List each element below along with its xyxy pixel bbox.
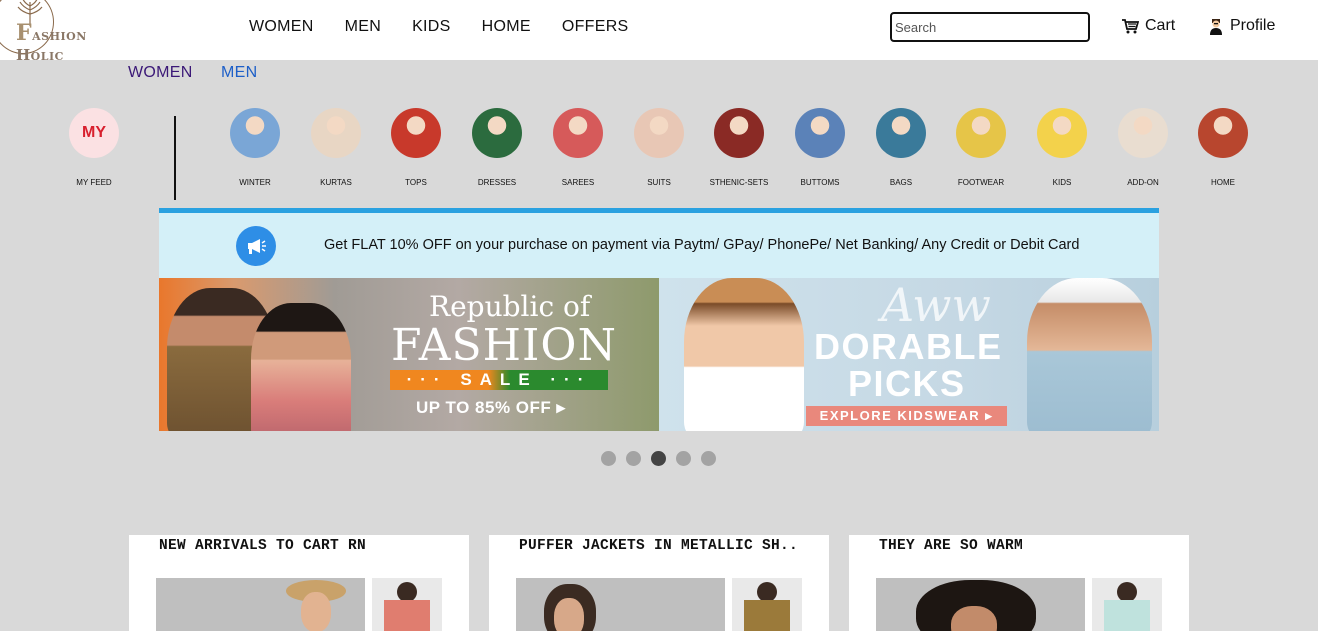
category-image[interactable] <box>795 108 845 158</box>
carousel-dot[interactable] <box>651 451 666 466</box>
cart-label: Cart <box>1145 17 1176 34</box>
offer-strip: Get FLAT 10% OFF on your purchase on pay… <box>159 208 1159 278</box>
category-label: STHENIC-SETS <box>709 178 769 187</box>
cart-button[interactable]: Cart <box>1121 17 1175 35</box>
card-main-image[interactable] <box>156 578 365 631</box>
category-image[interactable] <box>876 108 926 158</box>
logo-text: Fashion Holic <box>16 20 140 64</box>
banner-boy <box>1027 278 1152 431</box>
product-card-warm[interactable]: THEY ARE SO WARM <box>849 535 1189 631</box>
my-feed-label: MY FEED <box>76 178 112 187</box>
category-label: KIDS <box>1052 178 1072 187</box>
category-image[interactable] <box>391 108 441 158</box>
category-image[interactable] <box>472 108 522 158</box>
category-label: FOOTWEAR <box>957 178 1005 187</box>
my-feed-button[interactable]: MY <box>69 108 119 158</box>
nav-item-home[interactable]: HOME <box>482 18 531 36</box>
banner-left-line1: Republic of <box>429 290 591 323</box>
banner-left-line2: FASHION <box>391 320 617 371</box>
category-dresses[interactable]: DRESSES <box>462 108 532 187</box>
tab-men[interactable]: MEN <box>221 64 257 82</box>
carousel-dot[interactable] <box>601 451 616 466</box>
category-label: DRESSES <box>477 178 517 187</box>
megaphone-icon <box>236 226 276 266</box>
category-label: SAREES <box>561 178 595 187</box>
banner-girl <box>684 278 804 431</box>
category-suits[interactable]: SUITS <box>624 108 694 187</box>
category-divider <box>174 116 176 200</box>
category-winter[interactable]: WINTER <box>220 108 290 187</box>
category-label: KURTAS <box>320 178 352 187</box>
category-image[interactable] <box>311 108 361 158</box>
card-side-image[interactable] <box>1092 578 1162 631</box>
banner-left-offer: UP TO 85% OFF ▸ <box>416 398 566 417</box>
carousel-dot[interactable] <box>701 451 716 466</box>
category-label: BUTTOMS <box>800 178 840 187</box>
category-image[interactable] <box>1037 108 1087 158</box>
category-add-on[interactable]: ADD-ON <box>1108 108 1178 187</box>
tab-women[interactable]: WOMEN <box>128 64 193 82</box>
nav-item-offers[interactable]: OFFERS <box>562 18 629 36</box>
category-label: BAGS <box>889 178 913 187</box>
card-main-image[interactable] <box>516 578 725 631</box>
category-image[interactable] <box>956 108 1006 158</box>
category-kids[interactable]: KIDS <box>1027 108 1097 187</box>
category-sthenic-sets[interactable]: STHENIC-SETS <box>704 108 774 187</box>
category-label: WINTER <box>239 178 271 187</box>
profile-button[interactable]: Profile <box>1208 17 1275 35</box>
carousel-dots <box>601 451 716 466</box>
search-input[interactable] <box>890 12 1090 42</box>
banner-left-sale: ··· SALE ··· <box>390 370 608 390</box>
card-title: THEY ARE SO WARM <box>879 538 1024 554</box>
cart-icon <box>1122 19 1139 34</box>
user-icon <box>1210 18 1222 35</box>
category-image[interactable] <box>1198 108 1248 158</box>
card-main-image[interactable] <box>876 578 1085 631</box>
nav-item-women[interactable]: WOMEN <box>249 18 314 36</box>
category-image[interactable] <box>1118 108 1168 158</box>
category-tops[interactable]: TOPS <box>381 108 451 187</box>
main-nav: WOMEN MEN KIDS HOME OFFERS <box>249 18 629 36</box>
category-buttoms[interactable]: BUTTOMS <box>785 108 855 187</box>
category-image[interactable] <box>553 108 603 158</box>
offer-text: Get FLAT 10% OFF on your purchase on pay… <box>324 237 1080 253</box>
top-header: Fashion Holic WOMEN MEN KIDS HOME OFFERS… <box>0 0 1318 64</box>
category-image[interactable] <box>634 108 684 158</box>
logo-initial: F <box>16 20 33 46</box>
profile-label: Profile <box>1230 17 1276 34</box>
nav-item-kids[interactable]: KIDS <box>412 18 451 36</box>
category-label: ADD-ON <box>1127 178 1159 187</box>
category-image[interactable] <box>230 108 280 158</box>
banner-model-woman <box>251 303 351 431</box>
explore-kidswear-button[interactable]: EXPLORE KIDSWEAR ▸ <box>806 406 1007 426</box>
category-sarees[interactable]: SAREES <box>543 108 613 187</box>
card-title: PUFFER JACKETS IN METALLIC SH.. <box>519 538 799 554</box>
carousel-dot[interactable] <box>626 451 641 466</box>
card-side-image[interactable] <box>372 578 442 631</box>
category-footwear[interactable]: FOOTWEAR <box>946 108 1016 187</box>
nav-item-men[interactable]: MEN <box>345 18 381 36</box>
banner-republic-fashion-sale[interactable]: Republic of FASHION ··· SALE ··· UP TO 8… <box>159 278 659 431</box>
category-label: SUITS <box>647 178 671 187</box>
banner-adorable-picks[interactable]: Aww DORABLE PICKS EXPLORE KIDSWEAR ▸ <box>659 278 1159 431</box>
banner-right-line1: DORABLE <box>814 326 1003 367</box>
carousel-dot[interactable] <box>676 451 691 466</box>
card-title: NEW ARRIVALS TO CART RN <box>159 538 367 554</box>
category-home[interactable]: HOME <box>1188 108 1258 187</box>
product-card-puffer-jackets[interactable]: PUFFER JACKETS IN METALLIC SH.. <box>489 535 829 631</box>
category-label: HOME <box>1211 178 1235 187</box>
category-label: TOPS <box>405 178 427 187</box>
brand-logo[interactable]: Fashion Holic <box>0 0 140 64</box>
category-image[interactable] <box>714 108 764 158</box>
banner-right-line2: PICKS <box>848 363 966 404</box>
banner-right-script: Aww <box>881 278 991 332</box>
category-bags[interactable]: BAGS <box>866 108 936 187</box>
card-side-image[interactable] <box>732 578 802 631</box>
product-card-new-arrivals[interactable]: NEW ARRIVALS TO CART RN <box>129 535 469 631</box>
category-kurtas[interactable]: KURTAS <box>301 108 371 187</box>
